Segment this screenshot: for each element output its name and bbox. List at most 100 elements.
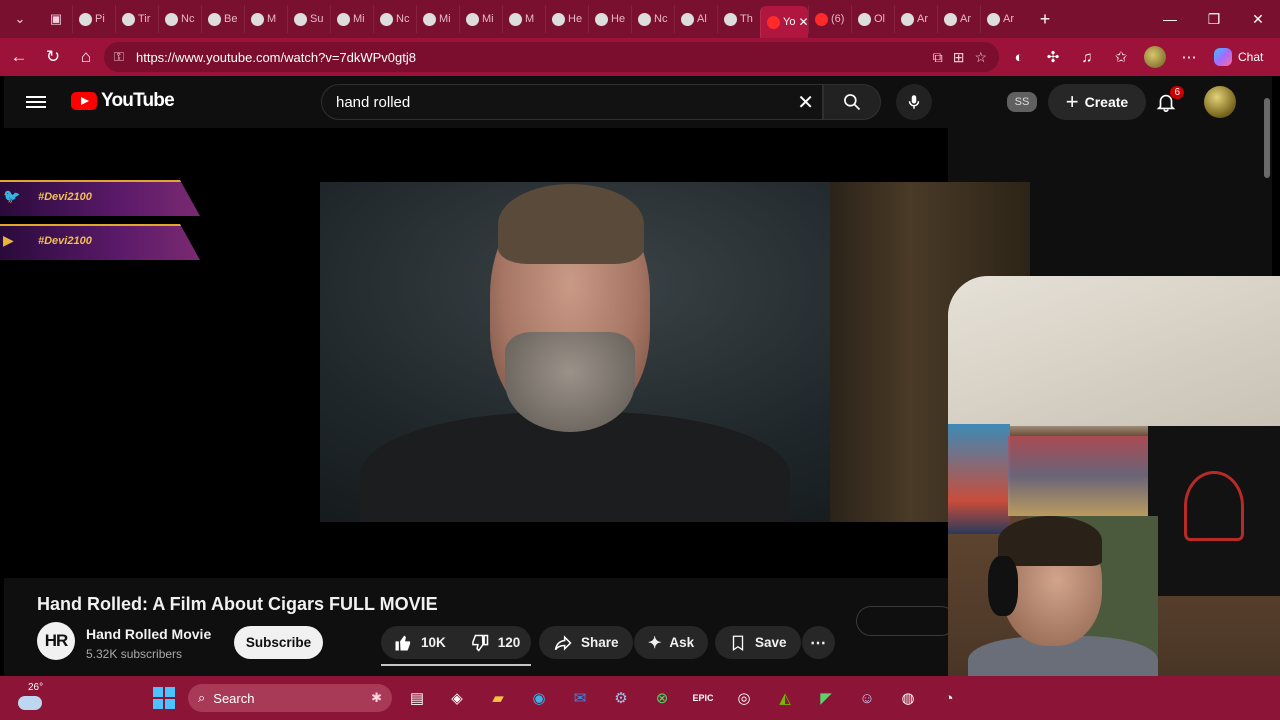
- address-bar[interactable]: ⚿ https://www.youtube.com/watch?v=7dkWPv…: [104, 42, 999, 72]
- dislike-button[interactable]: 120: [458, 626, 533, 659]
- tab-title: M: [525, 13, 535, 25]
- nvidia-icon[interactable]: ◭: [771, 684, 799, 712]
- more-actions-icon[interactable]: ⋯: [802, 626, 835, 659]
- tab-title: Nc: [396, 13, 410, 25]
- workspaces-icon[interactable]: ▣: [40, 5, 72, 33]
- game-launcher-icon[interactable]: ◤: [812, 684, 840, 712]
- scrollbar-thumb[interactable]: [1264, 98, 1270, 178]
- channel-avatar[interactable]: HR: [37, 622, 75, 660]
- browser-tab[interactable]: Mi: [459, 5, 502, 33]
- copilot-chat-button[interactable]: Chat: [1208, 43, 1273, 71]
- browser-tab[interactable]: M: [502, 5, 545, 33]
- favorites-icon[interactable]: ✩: [1106, 42, 1136, 72]
- browser-tab[interactable]: Th: [717, 5, 760, 33]
- extension-toggle-icon[interactable]: ◐: [1004, 42, 1034, 72]
- tab-favicon-icon: [208, 12, 221, 26]
- close-tab-icon[interactable]: ✕: [798, 15, 808, 29]
- extensions-puzzle-icon[interactable]: ✣: [1038, 42, 1068, 72]
- ss-badge[interactable]: SS: [1007, 92, 1037, 112]
- taskbar-search[interactable]: ⌕ Search ✱: [188, 684, 392, 712]
- tab-title: Mi: [482, 13, 494, 25]
- tab-favicon-icon: [724, 12, 737, 26]
- youtube-header: YouTube hand rolled ✕ SS + Create 6: [4, 76, 1264, 128]
- browser-tab[interactable]: Nc: [158, 5, 201, 33]
- browser-tab[interactable]: Ar: [894, 5, 937, 33]
- subscribe-button[interactable]: Subscribe: [234, 626, 323, 659]
- close-window-icon[interactable]: ✕: [1236, 0, 1280, 38]
- tab-actions-chevron-icon[interactable]: ⌄: [4, 5, 36, 33]
- weather-widget[interactable]: 26°: [16, 680, 56, 716]
- video-frame[interactable]: [320, 182, 1030, 522]
- bookmark-icon: [732, 635, 744, 651]
- maximize-icon[interactable]: ❐: [1192, 0, 1236, 38]
- browser-tab[interactable]: Ar: [980, 5, 1023, 33]
- share-arrow-icon: [554, 634, 572, 651]
- browser-tab[interactable]: Nc: [631, 5, 674, 33]
- url-text[interactable]: https://www.youtube.com/watch?v=7dkWPv0g…: [136, 50, 416, 65]
- like-ratio-bar: [381, 664, 531, 666]
- site-info-lock-icon[interactable]: ⚿: [114, 49, 130, 65]
- back-arrow-icon[interactable]: ←: [2, 41, 36, 73]
- browser-tab[interactable]: Al: [674, 5, 717, 33]
- file-explorer-icon[interactable]: ▰: [484, 684, 512, 712]
- voice-search-button[interactable]: [896, 84, 932, 120]
- tab-favicon-icon: [423, 12, 436, 26]
- channel-name[interactable]: Hand Rolled Movie: [86, 626, 211, 642]
- sidebar-chip-outline[interactable]: [856, 606, 956, 636]
- browser-tab[interactable]: Pi: [72, 5, 115, 33]
- youtube-logo[interactable]: YouTube: [71, 90, 175, 112]
- like-button[interactable]: 10K: [381, 626, 458, 659]
- refresh-icon[interactable]: ↻: [36, 41, 70, 73]
- social-handle: #Devi2100: [38, 235, 92, 247]
- profile-avatar[interactable]: [1140, 42, 1170, 72]
- copilot-app-icon[interactable]: ◈: [443, 684, 471, 712]
- home-icon[interactable]: ⌂: [69, 41, 103, 73]
- clear-search-icon[interactable]: ✕: [797, 90, 814, 115]
- media-music-icon[interactable]: ♫: [1072, 42, 1102, 72]
- browser-tab[interactable]: Nc: [373, 5, 416, 33]
- browser-tab[interactable]: Be: [201, 5, 244, 33]
- browser-tab[interactable]: (6): [808, 5, 851, 33]
- obs-icon[interactable]: ◍: [894, 684, 922, 712]
- task-view-icon[interactable]: ▤: [403, 684, 431, 712]
- browser-tab[interactable]: He: [545, 5, 588, 33]
- xbox-icon[interactable]: ⊗: [648, 684, 676, 712]
- minimize-icon[interactable]: —: [1148, 0, 1192, 38]
- epic-games-icon[interactable]: EPIC: [689, 684, 717, 712]
- hamburger-menu-icon[interactable]: [24, 90, 48, 114]
- tab-title: Th: [740, 13, 753, 25]
- browser-tab[interactable]: Ar: [937, 5, 980, 33]
- outlook-icon[interactable]: ✉: [566, 684, 594, 712]
- search-query-text[interactable]: hand rolled: [336, 94, 410, 111]
- browser-tab[interactable]: Mi: [330, 5, 373, 33]
- steam-icon[interactable]: ◎: [730, 684, 758, 712]
- discord-icon[interactable]: ☺: [853, 684, 881, 712]
- ask-button[interactable]: ✦ Ask: [634, 626, 709, 659]
- notification-count-badge: 6: [1170, 86, 1184, 99]
- edge-browser-icon[interactable]: ◉: [525, 684, 553, 712]
- browser-tab[interactable]: Mi: [416, 5, 459, 33]
- speedometer-icon[interactable]: ◔: [935, 684, 963, 712]
- search-button[interactable]: [823, 84, 881, 120]
- tab-favicon-icon: [165, 12, 178, 26]
- start-windows-icon[interactable]: [150, 684, 178, 712]
- search-input[interactable]: hand rolled ✕: [321, 84, 823, 120]
- translate-icon[interactable]: ⧉: [933, 49, 943, 66]
- tab-title: Su: [310, 13, 324, 25]
- browser-tab[interactable]: M: [244, 5, 287, 33]
- app-available-icon[interactable]: ⊞: [953, 49, 965, 66]
- share-button[interactable]: Share: [539, 626, 633, 659]
- browser-tab[interactable]: Yo ✕: [760, 6, 808, 38]
- account-avatar[interactable]: [1204, 86, 1236, 118]
- browser-tab[interactable]: Su: [287, 5, 330, 33]
- browser-tab[interactable]: He: [588, 5, 631, 33]
- browser-tab[interactable]: Tir: [115, 5, 158, 33]
- create-button[interactable]: + Create: [1048, 84, 1146, 120]
- settings-gear-icon[interactable]: ⚙: [607, 684, 635, 712]
- save-button[interactable]: Save: [715, 626, 801, 659]
- browser-tab[interactable]: Ol: [851, 5, 894, 33]
- notifications-button[interactable]: 6: [1152, 86, 1184, 116]
- new-tab-plus-icon[interactable]: +: [1031, 9, 1059, 30]
- favorite-star-icon[interactable]: ☆: [974, 49, 987, 66]
- settings-more-icon[interactable]: ⋯: [1174, 42, 1204, 72]
